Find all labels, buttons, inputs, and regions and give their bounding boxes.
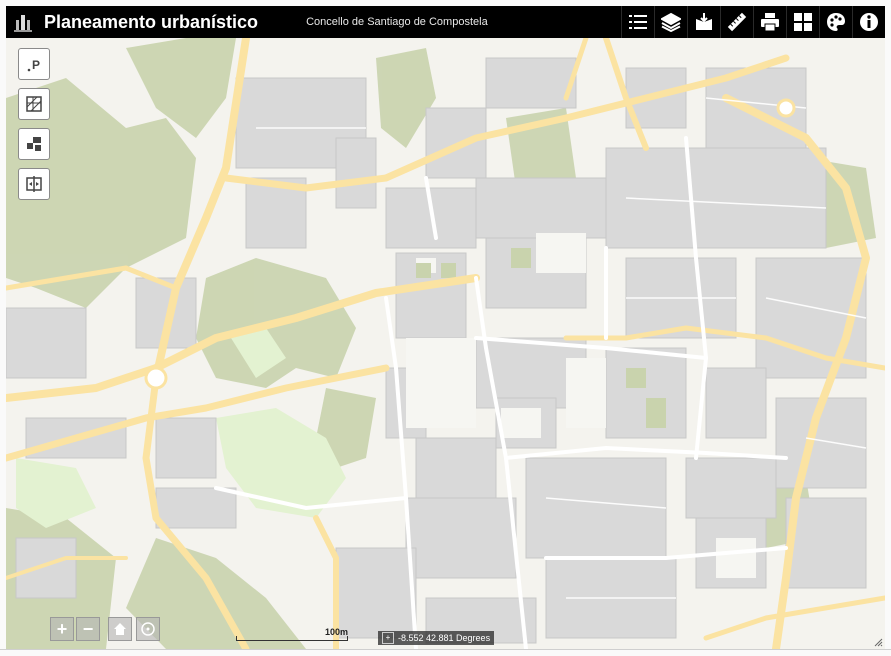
map-view[interactable]: P + − 100m + -8.552 42.881 Degrees <box>6 38 885 649</box>
coordinates-text: -8.552 42.881 Degrees <box>398 633 491 643</box>
scale-bar: 100m <box>236 627 348 643</box>
basemap-gallery-icon <box>696 13 712 30</box>
app-header: Planeamento urbanístico Concello de Sant… <box>6 6 885 38</box>
compare-button[interactable] <box>18 168 50 200</box>
zoom-out-button[interactable]: − <box>76 617 100 641</box>
app-title: Planeamento urbanístico <box>44 11 259 32</box>
legend-button[interactable] <box>621 6 654 38</box>
locate-icon <box>141 622 155 636</box>
planning-zones-button[interactable] <box>18 88 50 120</box>
side-tools: P <box>18 48 50 200</box>
info-icon <box>860 13 878 31</box>
basemap-gallery-button[interactable] <box>687 6 720 38</box>
coordinates-display[interactable]: + -8.552 42.881 Degrees <box>378 631 495 645</box>
symbology-icon <box>827 13 845 31</box>
symbology-button[interactable] <box>819 6 852 38</box>
measure-button[interactable] <box>720 6 753 38</box>
app-subtitle: Concello de Santiago de Compostela <box>306 16 488 28</box>
overview-icon <box>794 13 812 31</box>
legend-icon <box>629 15 647 29</box>
toolbar <box>621 6 885 38</box>
print-button[interactable] <box>753 6 786 38</box>
home-button[interactable] <box>108 617 132 641</box>
zoom-in-button[interactable]: + <box>50 617 74 641</box>
basemap[interactable] <box>6 38 885 649</box>
svg-text:P: P <box>32 58 40 72</box>
crosshair-icon: + <box>382 632 394 644</box>
home-icon <box>114 623 126 635</box>
layers-icon <box>661 12 681 32</box>
planning-zones-icon <box>26 96 42 112</box>
print-icon <box>761 13 779 32</box>
overview-button[interactable] <box>786 6 819 38</box>
measure-icon <box>727 12 747 32</box>
map-navigation: + − <box>50 617 160 641</box>
layers-button[interactable] <box>654 6 687 38</box>
compare-icon <box>26 176 42 192</box>
blocks-icon <box>27 137 41 151</box>
info-button[interactable] <box>852 6 885 38</box>
resize-handle-icon[interactable] <box>873 637 883 647</box>
blocks-button[interactable] <box>18 128 50 160</box>
locate-button[interactable] <box>136 617 160 641</box>
city-logo-icon <box>10 9 36 35</box>
scale-label: 100m <box>324 627 348 637</box>
parcel-search-button[interactable]: P <box>18 48 50 80</box>
parcel-search-icon: P <box>27 58 40 72</box>
window-frame-right <box>884 6 891 649</box>
